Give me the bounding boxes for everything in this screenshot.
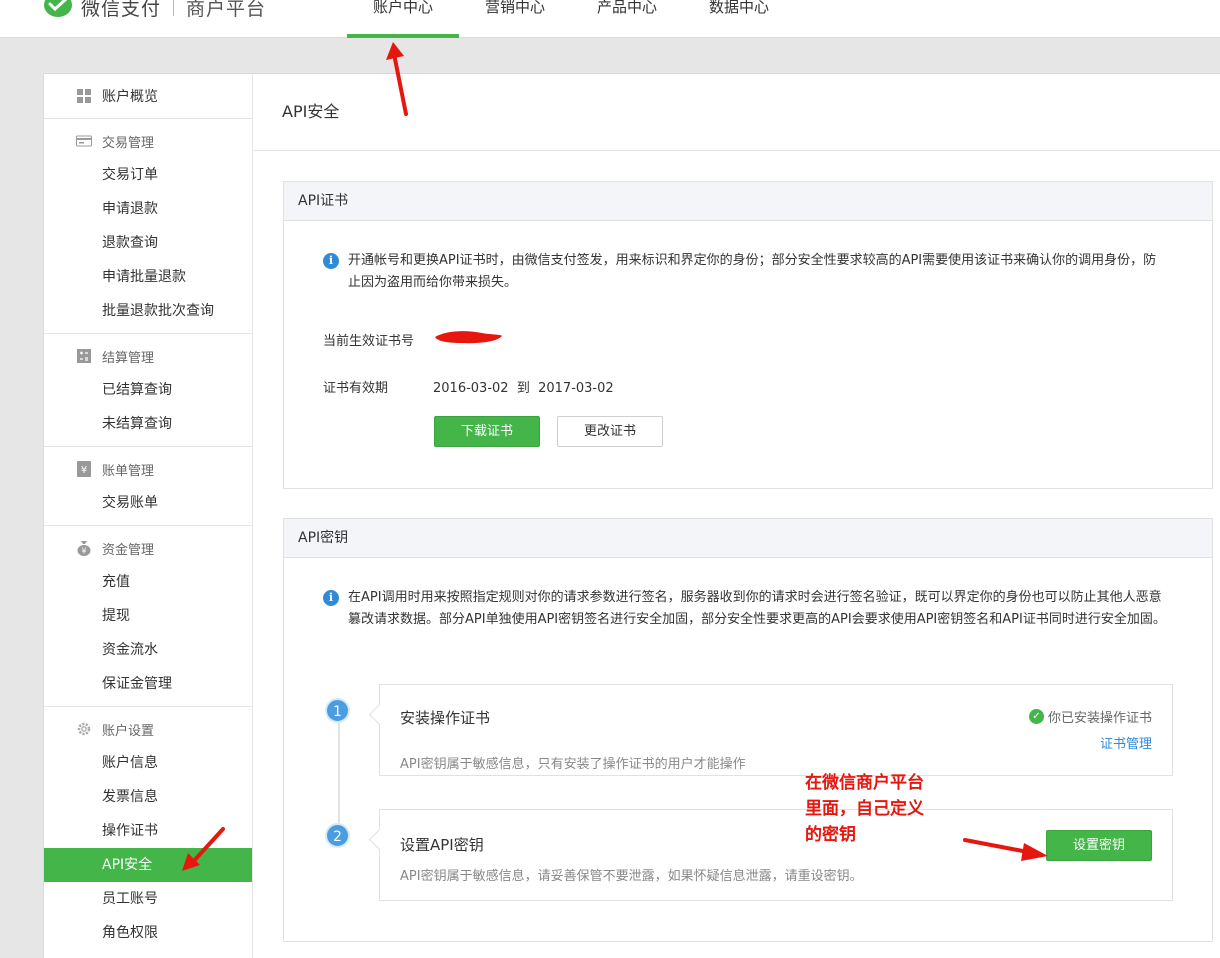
step-2-title: 设置API密钥 xyxy=(400,836,484,854)
sidebar-group-title: 账户设置 xyxy=(44,712,252,746)
sidebar-group-label: 结算管理 xyxy=(102,350,155,366)
wechat-pay-logo-icon xyxy=(44,0,72,17)
annotation-line-1: 在微信商户平台 xyxy=(805,773,924,793)
sidebar-item-label: 账户概览 xyxy=(102,89,158,105)
annotation-line-3: 的密钥 xyxy=(805,825,856,845)
check-circle-icon: ✓ xyxy=(1028,709,1044,724)
money-bag-icon: ¥ xyxy=(76,540,92,556)
nav-data-center[interactable]: 数据中心 xyxy=(683,0,795,38)
nav-marketing-center[interactable]: 营销中心 xyxy=(459,0,571,38)
info-icon: i xyxy=(323,253,339,269)
sidebar-group-label: 账户设置 xyxy=(102,723,155,739)
redaction-mark xyxy=(435,331,502,344)
sidebar-group-title: 结算管理 xyxy=(44,339,252,373)
step-install-cert-card: 安装操作证书 ✓ 你已安装操作证书 证书管理 API密钥属于敏感信息，只有安装了… xyxy=(379,684,1173,776)
sidebar-item-withdraw[interactable]: 提现 xyxy=(44,599,252,633)
top-nav: 账户中心 营销中心 产品中心 数据中心 xyxy=(347,0,795,38)
sidebar-item-batch-refund[interactable]: 申请批量退款 xyxy=(44,260,252,294)
api-cert-heading: API证书 xyxy=(284,182,1212,221)
sidebar-item-invoice-info[interactable]: 发票信息 xyxy=(44,780,252,814)
gear-icon xyxy=(76,721,92,737)
sidebar-group-settlement: 结算管理 已结算查询 未结算查询 xyxy=(44,334,252,447)
cert-validity-value: 2016-03-02 到 2017-03-02 xyxy=(433,377,614,396)
sidebar-group-title: 交易管理 xyxy=(44,124,252,158)
nav-account-center[interactable]: 账户中心 xyxy=(347,0,459,38)
sidebar-item-staff-accounts[interactable]: 员工账号 xyxy=(44,882,252,916)
api-cert-info-text: 开通帐号和更换API证书时，由微信支付签发，用来标识和界定你的身份；部分安全性要… xyxy=(348,253,1157,290)
step-1-badge: 1 xyxy=(325,698,350,723)
api-key-info-text: 在API调用时用来按照指定规则对你的请求参数进行签名，服务器收到你的请求时会进行… xyxy=(348,590,1166,627)
sidebar-group-label: 账单管理 xyxy=(102,463,155,479)
content-area: API安全 API证书 i 开通帐号和更换API证书时，由微信支付签发，用来标识… xyxy=(254,74,1220,958)
sidebar-group-transaction: 交易管理 交易订单 申请退款 退款查询 申请批量退款 批量退款批次查询 xyxy=(44,119,252,334)
sidebar-item-apply-refund[interactable]: 申请退款 xyxy=(44,192,252,226)
cert-number-label: 当前生效证书号 xyxy=(323,334,415,349)
sidebar-group-funds: ¥ 资金管理 充值 提现 资金流水 保证金管理 xyxy=(44,526,252,707)
api-key-heading: API密钥 xyxy=(284,519,1212,558)
sidebar-item-settled-query[interactable]: 已结算查询 xyxy=(44,373,252,407)
steps-connector xyxy=(338,709,340,839)
step-1-title: 安装操作证书 xyxy=(400,709,491,727)
set-key-button[interactable]: 设置密钥 xyxy=(1046,830,1152,861)
sidebar-item-deposit-management[interactable]: 保证金管理 xyxy=(44,667,252,701)
cert-valid-to: 2017-03-02 xyxy=(538,381,614,396)
cert-validity-label: 证书有效期 xyxy=(323,381,389,396)
step-2-description: API密钥属于敏感信息，请妥善保管不要泄露，如果怀疑信息泄露，请重设密钥。 xyxy=(400,869,863,884)
api-cert-info: i 开通帐号和更换API证书时，由微信支付签发，用来标识和界定你的身份；部分安全… xyxy=(323,250,1168,294)
calculator-icon xyxy=(76,348,92,364)
sidebar-item-unsettled-query[interactable]: 未结算查询 xyxy=(44,407,252,441)
sidebar-item-trade-bill[interactable]: 交易账单 xyxy=(44,486,252,520)
sidebar-group-label: 资金管理 xyxy=(102,542,155,558)
logo-divider xyxy=(173,0,175,16)
step-1-description: API密钥属于敏感信息，只有安装了操作证书的用户才能操作 xyxy=(400,757,746,772)
grid-icon xyxy=(76,88,92,104)
sidebar-item-batch-refund-query[interactable]: 批量退款批次查询 xyxy=(44,294,252,328)
svg-text:¥: ¥ xyxy=(81,547,86,556)
sidebar-item-fund-flow[interactable]: 资金流水 xyxy=(44,633,252,667)
nav-product-center[interactable]: 产品中心 xyxy=(571,0,683,38)
sidebar-item-refund-query[interactable]: 退款查询 xyxy=(44,226,252,260)
api-cert-section: API证书 i 开通帐号和更换API证书时，由微信支付签发，用来标识和界定你的身… xyxy=(283,181,1213,489)
svg-text:¥: ¥ xyxy=(81,465,87,476)
sidebar-item-account-info[interactable]: 账户信息 xyxy=(44,746,252,780)
wechat-pay-logo[interactable]: 微信支付 商户平台 xyxy=(43,0,266,20)
cert-valid-to-word: 到 xyxy=(516,381,530,396)
cert-valid-from: 2016-03-02 xyxy=(433,381,509,396)
sidebar-group-overview: 账户概览 xyxy=(44,74,252,119)
transaction-icon xyxy=(76,133,92,149)
sidebar-item-overview[interactable]: 账户概览 xyxy=(44,79,252,113)
sidebar-group-title: ¥ 资金管理 xyxy=(44,531,252,565)
cert-management-link[interactable]: 证书管理 xyxy=(1100,733,1152,752)
annotation-note: 在微信商户平台 里面，自己定义 的密钥 xyxy=(805,770,924,848)
info-icon: i xyxy=(323,590,339,606)
download-cert-button[interactable]: 下载证书 xyxy=(434,416,540,447)
cert-installed-text: 你已安装操作证书 xyxy=(1047,711,1152,726)
top-header: 微信支付 商户平台 账户中心 营销中心 产品中心 数据中心 xyxy=(0,0,1220,38)
annotation-arrow-sidebar xyxy=(182,827,225,871)
api-key-info: i 在API调用时用来按照指定规则对你的请求参数进行签名，服务器收到你的请求时会… xyxy=(323,587,1173,631)
logo-text: 微信支付 xyxy=(81,0,162,20)
sidebar-item-trade-orders[interactable]: 交易订单 xyxy=(44,158,252,192)
bill-icon: ¥ xyxy=(76,461,92,477)
annotation-line-2: 里面，自己定义 xyxy=(805,799,924,819)
annotation-arrow-set-key xyxy=(963,838,1048,861)
sidebar-group-label: 交易管理 xyxy=(102,135,155,151)
sidebar-group-title: ¥ 账单管理 xyxy=(44,452,252,486)
sidebar-item-recharge[interactable]: 充值 xyxy=(44,565,252,599)
api-key-section: API密钥 i 在API调用时用来按照指定规则对你的请求参数进行签名，服务器收到… xyxy=(283,518,1213,942)
sidebar-group-bill: ¥ 账单管理 交易账单 xyxy=(44,447,252,526)
step-2-badge: 2 xyxy=(325,823,350,848)
logo-subtitle: 商户平台 xyxy=(186,0,267,20)
step-set-key-card: 设置API密钥 设置密钥 API密钥属于敏感信息，请妥善保管不要泄露，如果怀疑信… xyxy=(379,809,1173,901)
annotation-arrow-nav xyxy=(386,42,408,116)
sidebar-item-role-permissions[interactable]: 角色权限 xyxy=(44,916,252,950)
cert-installed-status: ✓ 你已安装操作证书 xyxy=(1028,707,1152,726)
change-cert-button[interactable]: 更改证书 xyxy=(557,416,663,447)
